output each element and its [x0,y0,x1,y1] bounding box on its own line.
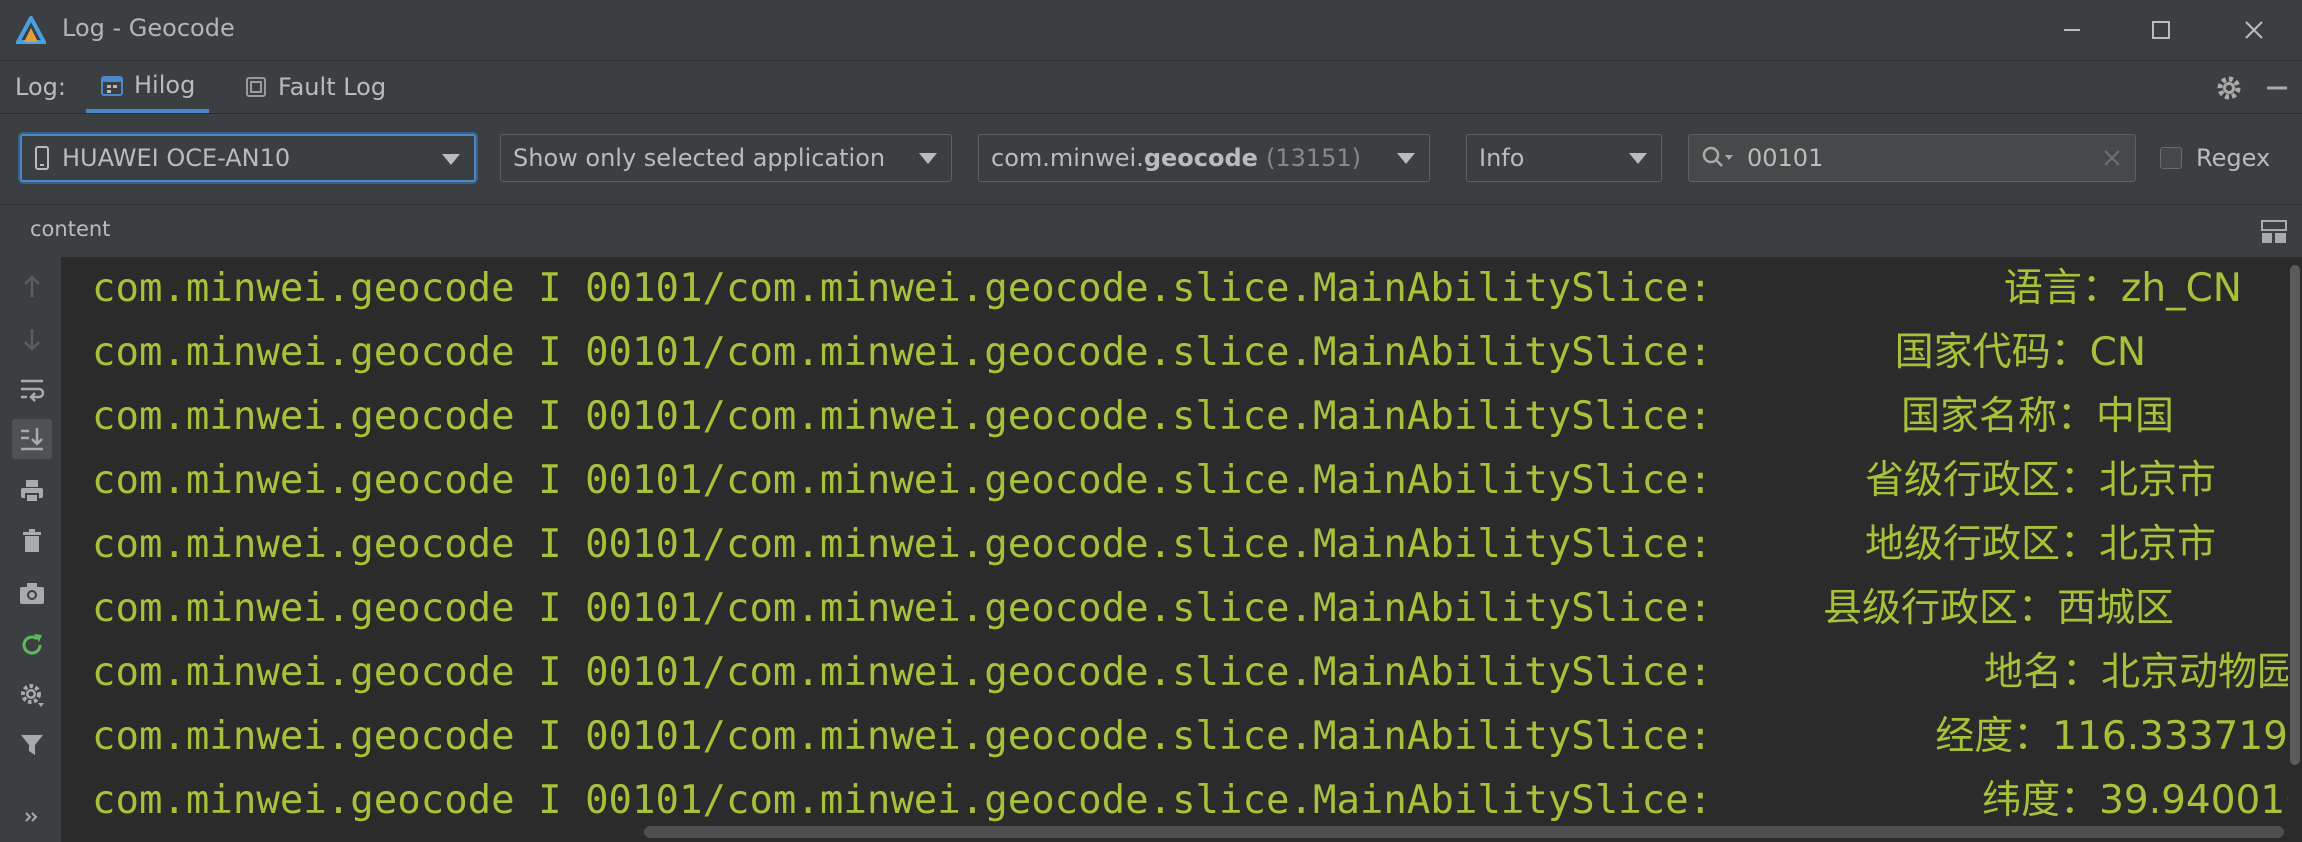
process-select[interactable]: com.minwei. geocode (13151) [978,134,1430,182]
scroll-to-end-button[interactable] [12,419,52,459]
soft-wrap-icon [21,379,45,402]
search-field[interactable]: 00101 [1688,134,2136,182]
scroll-to-end-icon [21,428,43,451]
layout-icon[interactable] [2260,219,2288,245]
tab-hilog[interactable]: Hilog [86,61,210,113]
window-title: Log - Geocode [62,14,235,42]
log-line-message: 经度：116.333719 [1935,714,2288,759]
restart-icon [22,634,42,655]
title-bar: Log - Geocode [0,0,2302,60]
log-line-message: 地级行政区：北京市 [1864,522,2216,567]
chevron-double-right-icon [25,812,38,822]
regex-toggle[interactable]: Regex [2160,134,2270,182]
tab-hilog-label: Hilog [134,71,196,99]
log-level-value: Info [1479,144,1525,172]
process-name-prefix: com.minwei. [991,144,1144,172]
calendar-log-icon [101,76,123,96]
clear-log-button[interactable] [12,521,52,561]
chevron-down-icon [919,153,937,164]
log-line-message: 国家代码：CN [1894,330,2146,375]
process-name-bold: geocode [1143,144,1258,172]
minimize-button[interactable] [2052,12,2092,48]
filter-icon [21,735,43,755]
hide-panel-icon[interactable] [2262,73,2292,103]
arrow-down-icon [24,329,40,351]
phone-icon [35,146,49,170]
process-pid: (13151) [1265,144,1362,172]
search-icon [1702,146,1733,167]
device-select-value: HUAWEI OCE-AN10 [62,144,291,172]
log-line-message: 国家名称：中国 [1900,394,2174,439]
log-output[interactable]: com.minwei.geocode I 00101/com.minwei.ge… [62,257,2288,842]
tab-fault-log[interactable]: Fault Log [244,61,386,113]
chevron-down-icon [1397,153,1415,164]
scroll-down-button[interactable] [12,319,52,359]
vertical-scrollbar[interactable] [2288,257,2302,842]
filter-toolbar: HUAWEI OCE-AN10 Show only selected appli… [0,113,2302,204]
log-label: Log: [15,73,66,101]
filter-button[interactable] [12,725,52,765]
camera-icon [20,583,44,604]
scroll-up-button[interactable] [12,267,52,307]
gear-icon[interactable] [2214,73,2244,103]
regex-label: Regex [2196,144,2271,172]
log-line-message: 省级行政区：北京市 [1864,458,2216,503]
log-level-select[interactable]: Info [1466,134,1662,182]
app-filter-select[interactable]: Show only selected application [500,134,952,182]
printer-icon [21,480,43,503]
fault-log-icon [246,77,266,97]
clear-search-icon[interactable] [2101,147,2123,169]
log-line-message: 县级行政区：西城区 [1822,586,2174,631]
content-label: content [30,217,111,241]
app-logo-icon [16,16,46,44]
settings-button[interactable] [12,675,52,715]
settings-gear-icon [21,684,44,707]
device-select[interactable]: HUAWEI OCE-AN10 [20,134,476,182]
vertical-scroll-thumb[interactable] [2290,265,2300,765]
restart-button[interactable] [12,625,52,665]
tab-fault-log-label: Fault Log [278,73,387,101]
regex-checkbox[interactable] [2160,147,2182,169]
log-line-message: 语言：zh_CN [2003,266,2242,311]
print-button[interactable] [12,471,52,511]
log-line-message: 纬度：39.940016 [1982,778,2288,823]
trash-icon [23,529,41,552]
close-button[interactable] [2234,12,2274,48]
soft-wrap-button[interactable] [12,369,52,409]
log-tool-strip [0,257,62,842]
chevron-down-icon [1629,153,1647,164]
chevron-down-icon [442,154,460,165]
screenshot-button[interactable] [12,573,52,613]
log-tab-bar: Log: Hilog Fault Log [0,60,2302,113]
app-filter-value: Show only selected application [513,144,886,172]
horizontal-scrollbar[interactable] [644,826,2284,838]
arrow-up-icon [24,275,40,297]
content-header: content [0,204,2302,257]
search-input[interactable]: 00101 [1747,144,1823,172]
maximize-button[interactable] [2141,12,2181,48]
log-line-message: 地名：北京动物园 [1983,650,2288,695]
more-tools-button[interactable] [12,797,52,837]
